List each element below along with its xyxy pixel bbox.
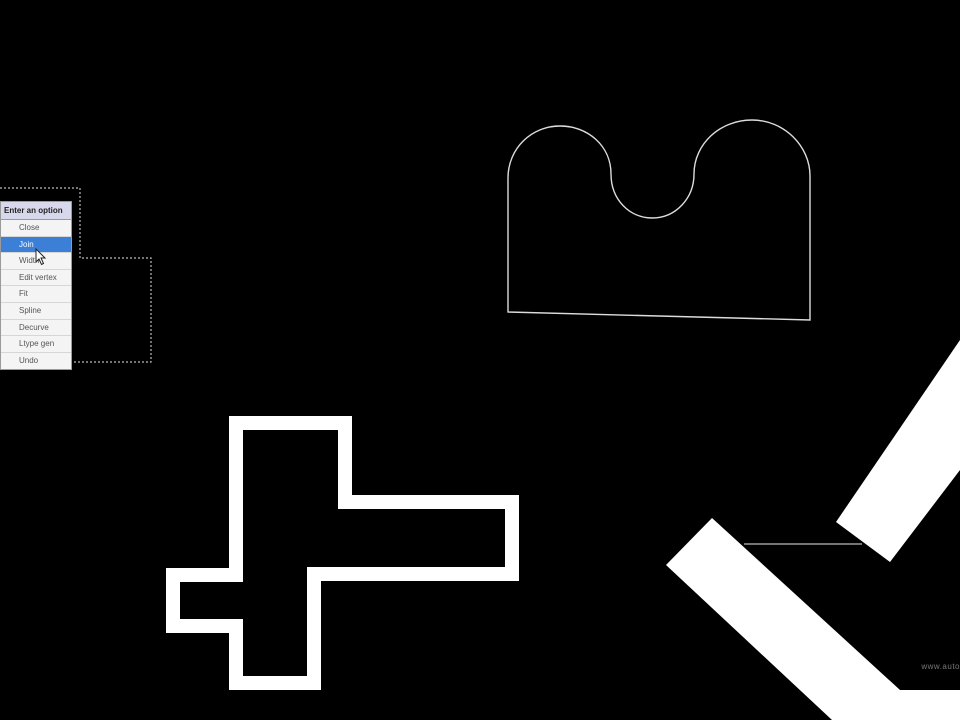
watermark-text: www.auto (921, 662, 960, 671)
menu-item-edit-vertex[interactable]: Edit vertex (1, 270, 71, 287)
drawing-canvas[interactable]: Enter an option Close Join Width Edit ve… (0, 0, 960, 720)
cad-drawing-area[interactable] (0, 0, 960, 720)
menu-item-close[interactable]: Close (1, 220, 71, 237)
menu-item-ltype-gen[interactable]: Ltype gen (1, 336, 71, 353)
polyline-edit-context-menu[interactable]: Enter an option Close Join Width Edit ve… (0, 201, 72, 371)
thick-bar-diagonal-upper[interactable] (836, 340, 960, 562)
menu-item-fit[interactable]: Fit (1, 286, 71, 303)
menu-title: Enter an option (1, 202, 71, 220)
arrow-hand-pointer-icon (35, 248, 47, 266)
arched-outline-shape[interactable] (507, 119, 811, 321)
thick-bar-diagonal-lower[interactable] (666, 518, 960, 720)
menu-item-decurve[interactable]: Decurve (1, 320, 71, 337)
thick-cross-polyline[interactable] (166, 416, 519, 690)
menu-item-undo[interactable]: Undo (1, 353, 71, 370)
menu-item-spline[interactable]: Spline (1, 303, 71, 320)
